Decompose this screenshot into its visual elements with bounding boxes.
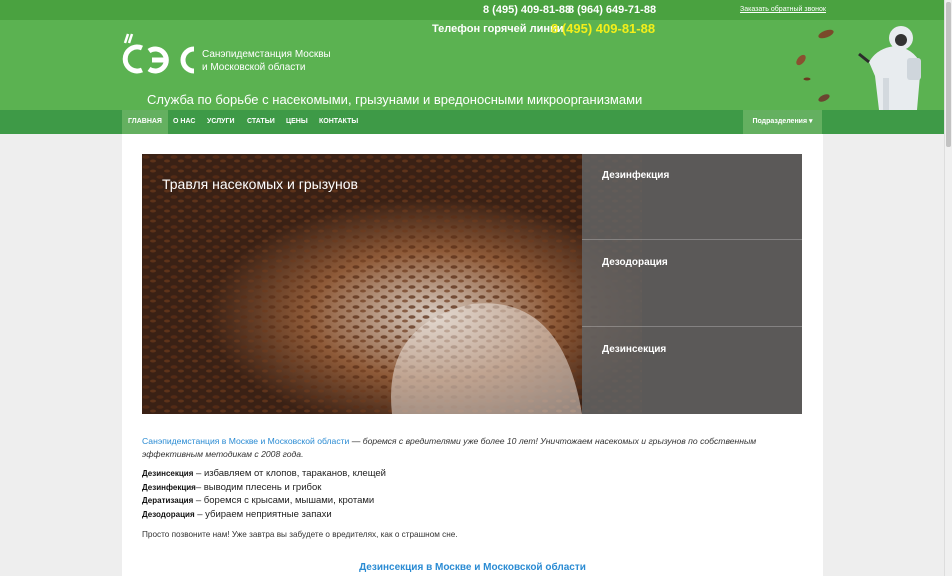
- nav-item-prices[interactable]: Цены: [280, 110, 314, 134]
- nav-item-contacts[interactable]: Контакты: [313, 110, 364, 134]
- slider-tab-label: Дезодорация: [602, 257, 668, 268]
- service-row: Дезинсекция – избавляем от клопов, тарак…: [142, 468, 782, 482]
- service-row: Дератизация – боремся с крысами, мышами,…: [142, 495, 782, 509]
- slider-tab-disinsection[interactable]: Дезинсекция: [582, 328, 802, 414]
- service-row: Дезинфекция– выводим плесень и грибок: [142, 482, 782, 496]
- cockroach-icon: [796, 54, 806, 66]
- slider-tabs: Дезинфекция Дезодорация Дезинсекция: [582, 154, 802, 414]
- nav-item-services[interactable]: Услуги: [201, 110, 241, 134]
- rodent-icon: [818, 94, 830, 102]
- slider-image: [142, 154, 642, 414]
- nav-item-home[interactable]: Главная: [122, 110, 168, 134]
- site-header: 8 (495) 409-81-88 8 (964) 649-71-88 Зака…: [0, 0, 944, 110]
- nav-item-about[interactable]: О нас: [167, 110, 201, 134]
- main-nav: Главная О нас Услуги Статьи Цены Контакт…: [0, 110, 944, 134]
- service-term: Дератизация: [142, 496, 194, 505]
- call-to-action-text: Просто позвоните нам! Уже завтра вы забу…: [142, 530, 458, 539]
- hotline-number[interactable]: 8 (495) 409-81-88: [551, 21, 655, 36]
- slider-title: Травля насекомых и грызунов: [162, 176, 358, 192]
- slider-tab-label: Дезинфекция: [602, 170, 670, 181]
- service-desc: – избавляем от клопов, тараканов, клещей: [193, 468, 386, 479]
- exterminator-icon: [858, 26, 921, 110]
- page-scrollbar[interactable]: [944, 0, 952, 576]
- intro-link[interactable]: Санэпидемстанция в Москве и Московской о…: [142, 436, 349, 446]
- section-title-link[interactable]: Дезинсекция в Москве и Московской област…: [122, 562, 823, 573]
- nav-divisions-dropdown[interactable]: Подразделения ▾: [743, 110, 822, 134]
- logo-text: Санэпидемстанция Москвы и Московской обл…: [202, 48, 331, 74]
- scrollbar-thumb[interactable]: [946, 2, 951, 147]
- service-term: Дезинсекция: [142, 469, 194, 478]
- slider-tab-disinfection[interactable]: Дезинфекция: [582, 154, 802, 240]
- service-term: Дезодорация: [142, 509, 195, 519]
- top-phone-2[interactable]: 8 (964) 649-71-88: [568, 4, 656, 16]
- callback-link[interactable]: Заказать обратный звонок: [740, 6, 826, 13]
- intro-paragraph: Санэпидемстанция в Москве и Московской о…: [142, 435, 782, 461]
- slider-tab-deodorization[interactable]: Дезодорация: [582, 241, 802, 327]
- service-desc: – боремся с крысами, мышами, кротами: [193, 495, 375, 506]
- tagline: Служба по борьбе с насекомыми, грызунами…: [147, 92, 643, 107]
- service-desc: – выводим плесень и грибок: [195, 481, 322, 493]
- logo-text-line2: и Московской области: [202, 62, 306, 73]
- logo-icon[interactable]: [122, 30, 198, 76]
- hotline-label: Телефон горячей линии: [432, 23, 564, 35]
- hero-slider[interactable]: Травля насекомых и грызунов Дезинфекция …: [142, 154, 802, 414]
- nav-item-articles[interactable]: Статьи: [241, 110, 281, 134]
- slider-tab-label: Дезинсекция: [602, 344, 667, 355]
- top-phone-1[interactable]: 8 (495) 409-81-88: [483, 4, 571, 16]
- service-list: Дезинсекция – избавляем от клопов, тарак…: [142, 468, 782, 522]
- cockroach-icon: [818, 29, 834, 39]
- main-content: Травля насекомых и грызунов Дезинфекция …: [122, 134, 823, 576]
- service-term: Дезинфекция: [142, 482, 196, 492]
- logo-text-line1: Санэпидемстанция Москвы: [202, 49, 331, 60]
- mosquito-icon: [803, 77, 811, 81]
- service-row: Дезодорация – убираем неприятные запахи: [142, 509, 782, 523]
- service-desc: – убираем неприятные запахи: [194, 508, 332, 520]
